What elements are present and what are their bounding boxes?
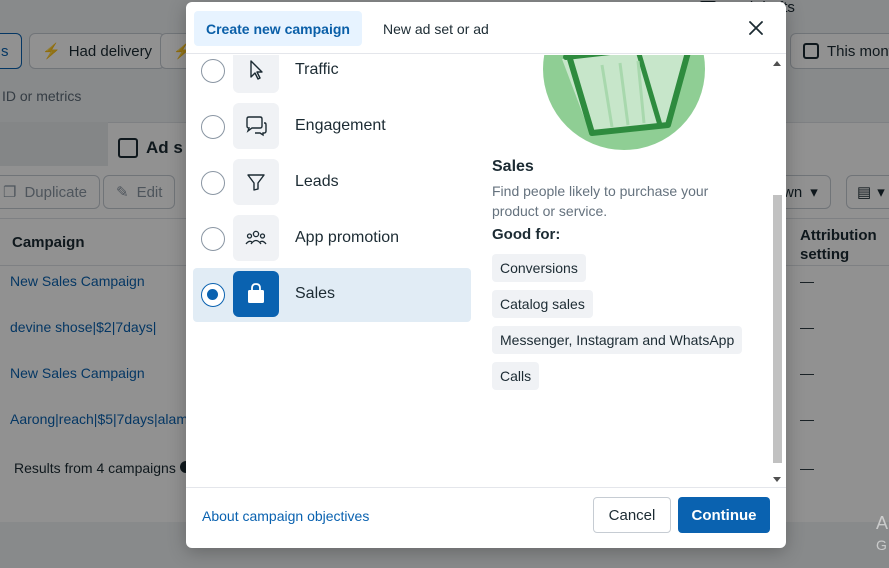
objective-sales[interactable]: Sales — [193, 268, 471, 322]
good-for-heading: Good for: — [492, 226, 561, 243]
watermark-line: A — [876, 513, 889, 533]
tab-new-ad-set-or-ad[interactable]: New ad set or ad — [371, 11, 501, 46]
objective-title: Sales — [492, 158, 534, 175]
objective-radio[interactable] — [201, 59, 225, 83]
about-campaign-objectives-link[interactable]: About campaign objectives — [202, 508, 369, 524]
scroll-down-arrow-icon[interactable] — [773, 477, 781, 482]
objective-app-promotion[interactable]: App promotion — [193, 212, 471, 266]
watermark-line: G — [876, 537, 887, 553]
tab-create-new-campaign[interactable]: Create new campaign — [194, 11, 362, 46]
objective-engagement[interactable]: Engagement — [193, 100, 471, 154]
objective-leads[interactable]: Leads — [193, 156, 471, 210]
close-icon[interactable] — [746, 18, 766, 38]
activate-windows-watermark: A G — [876, 512, 888, 556]
funnel-icon — [233, 159, 279, 205]
shopping-bag-icon — [233, 271, 279, 317]
scroll-up-arrow-icon[interactable] — [773, 61, 781, 66]
people-icon — [233, 215, 279, 261]
continue-button[interactable]: Continue — [678, 497, 770, 533]
scroll-thumb[interactable] — [773, 195, 782, 463]
dialog-footer: About campaign objectives Cancel Continu… — [186, 487, 786, 548]
good-for-tag: Calls — [492, 362, 540, 390]
good-for-tag: Catalog sales — [492, 290, 593, 318]
shopping-cart-illustration — [543, 55, 705, 150]
objective-radio-selected[interactable] — [201, 283, 225, 307]
objective-radio[interactable] — [201, 115, 225, 139]
objective-traffic[interactable]: Traffic — [193, 55, 471, 98]
objective-radio[interactable] — [201, 171, 225, 195]
good-for-tag: Messenger, Instagram and WhatsApp — [492, 326, 743, 354]
good-for-tag: Conversions — [492, 254, 586, 282]
cancel-button[interactable]: Cancel — [593, 497, 671, 533]
dialog-scrollbar[interactable] — [770, 55, 784, 487]
objective-radio[interactable] — [201, 227, 225, 251]
objective-label: Sales — [295, 285, 336, 302]
objective-description: Find people likely to purchase your prod… — [492, 183, 709, 219]
dialog-header: Create new campaign New ad set or ad — [186, 2, 786, 54]
objective-label: Traffic — [295, 61, 339, 78]
cursor-icon — [233, 55, 279, 93]
dialog-body: Traffic Engagement Leads App promotion S… — [186, 55, 786, 487]
objective-label: App promotion — [295, 229, 400, 246]
objective-label: Engagement — [295, 117, 386, 134]
campaign-objective-dialog: Create new campaign New ad set or ad Tra… — [186, 2, 786, 548]
chat-bubbles-icon — [233, 103, 279, 149]
objective-label: Leads — [295, 173, 339, 190]
